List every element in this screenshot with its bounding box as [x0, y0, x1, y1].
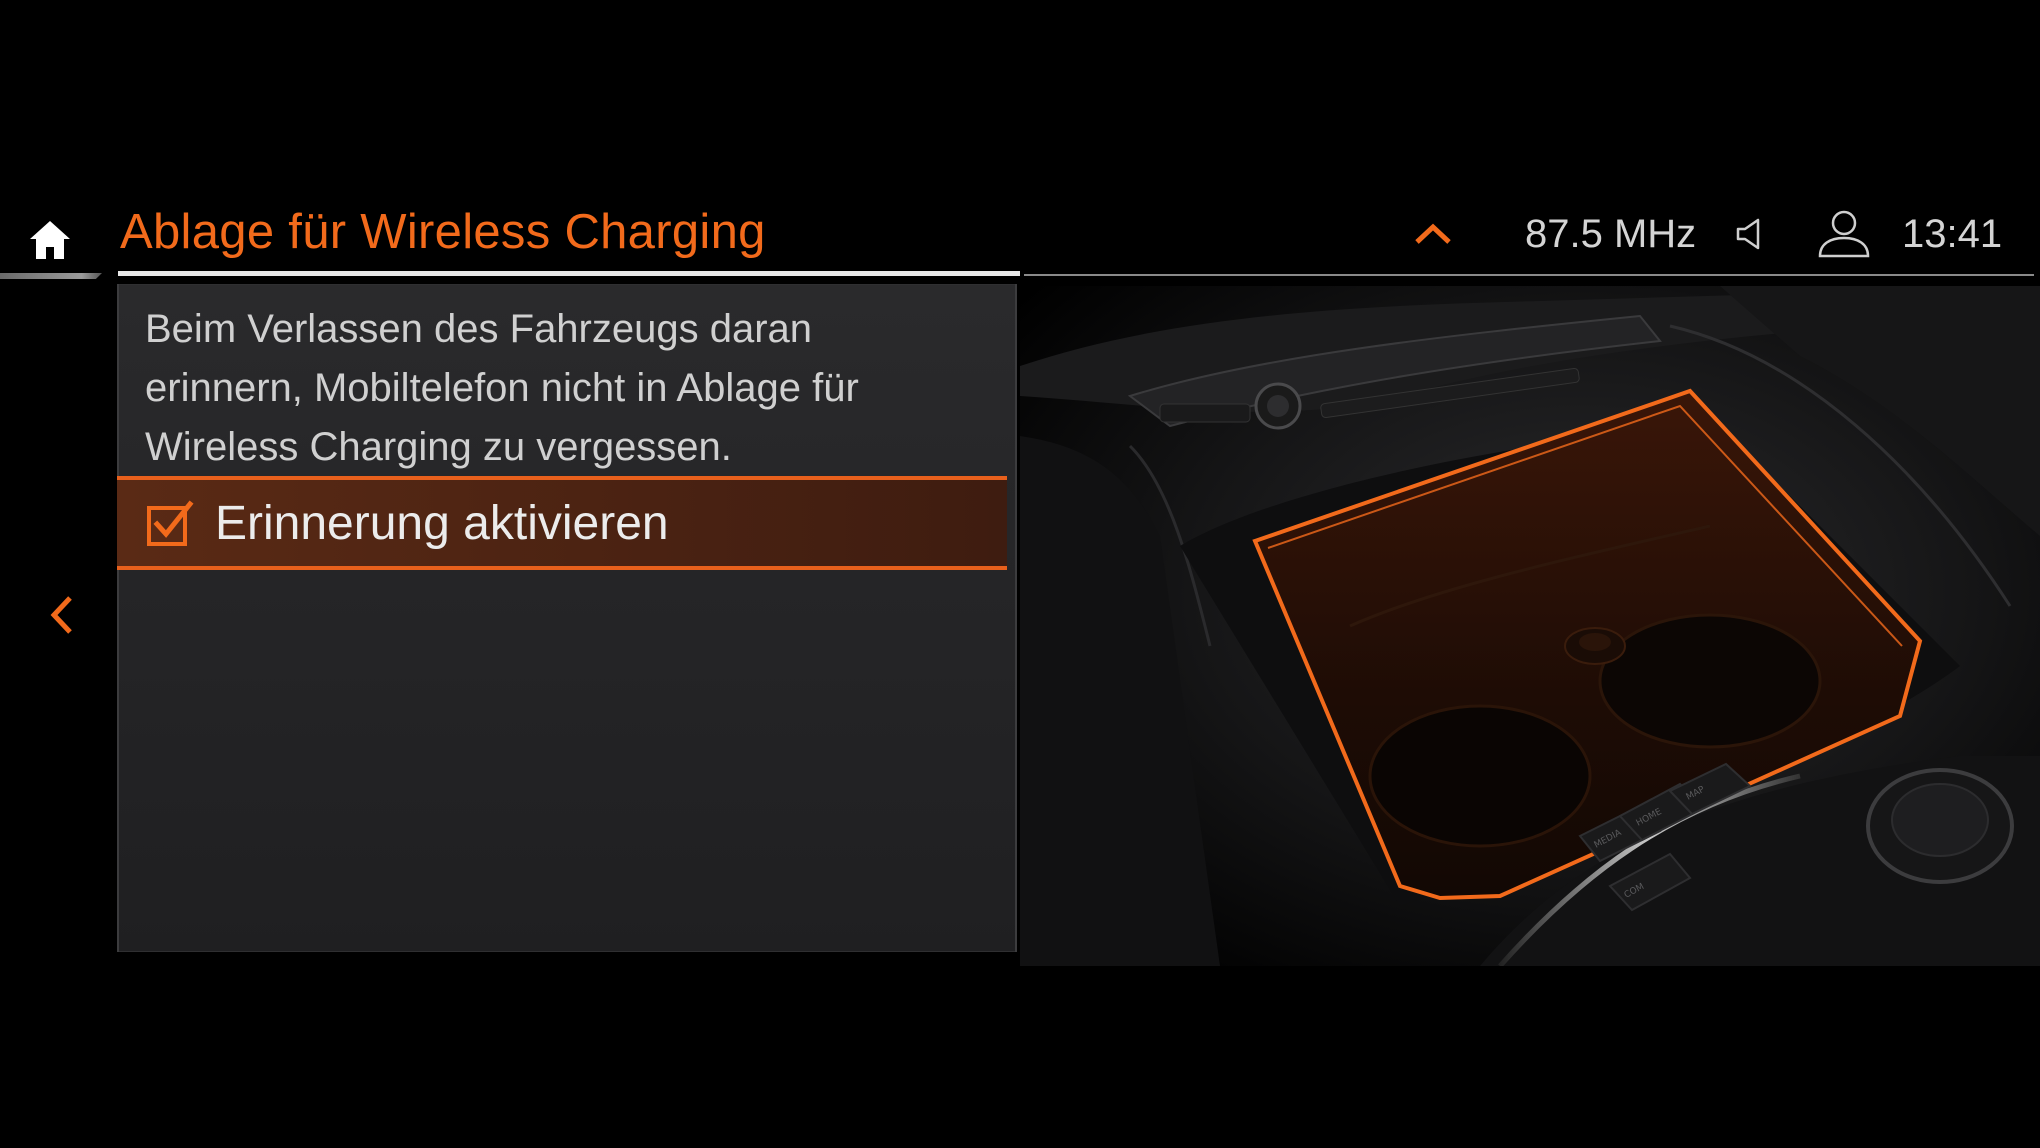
- reminder-option-row[interactable]: Erinnerung aktivieren: [117, 476, 1007, 570]
- description-line: erinnern, Mobiltelefon nicht in Ablage f…: [145, 366, 859, 410]
- description-line: Wireless Charging zu vergessen.: [145, 425, 732, 469]
- user-profile-icon: [1818, 210, 1870, 258]
- home-button[interactable]: [20, 210, 80, 270]
- checkbox-checked-icon: [147, 500, 194, 546]
- radio-frequency: 87.5 MHz: [1525, 211, 1697, 256]
- reminder-checkbox[interactable]: [145, 497, 197, 549]
- console-illustration: MEDIA HOME MAP COM: [1020, 286, 2040, 968]
- volume-indicator: [1730, 206, 1774, 262]
- page-title: Ablage für Wireless Charging: [120, 205, 766, 259]
- chevron-left-icon: [50, 596, 72, 634]
- title-underline: [118, 271, 1020, 276]
- center-console-image: MEDIA HOME MAP COM: [1020, 286, 2040, 968]
- panel-edge-left: [117, 284, 119, 952]
- back-button[interactable]: [36, 585, 86, 645]
- description-line: Beim Verlassen des Fahrzeugs daran: [145, 307, 813, 351]
- idrive-screen: Ablage für Wireless Charging 87.5 MHz 13…: [0, 0, 2040, 1148]
- profile-button[interactable]: [1812, 206, 1876, 262]
- chevron-up-icon: [1415, 223, 1451, 244]
- expand-status-button[interactable]: [1405, 206, 1461, 262]
- home-tab-indicator: [0, 273, 102, 279]
- clock: 13:41: [1902, 211, 2003, 256]
- home-icon: [30, 221, 70, 259]
- panel-edge-right: [1015, 284, 1017, 952]
- reminder-option-label: Erinnerung aktivieren: [215, 496, 669, 550]
- description-text: Beim Verlassen des Fahrzeugs daran erinn…: [145, 300, 1005, 477]
- header-bar: Ablage für Wireless Charging 87.5 MHz 13…: [0, 190, 2040, 280]
- header-divider: [1024, 274, 2034, 276]
- speaker-icon: [1736, 218, 1760, 250]
